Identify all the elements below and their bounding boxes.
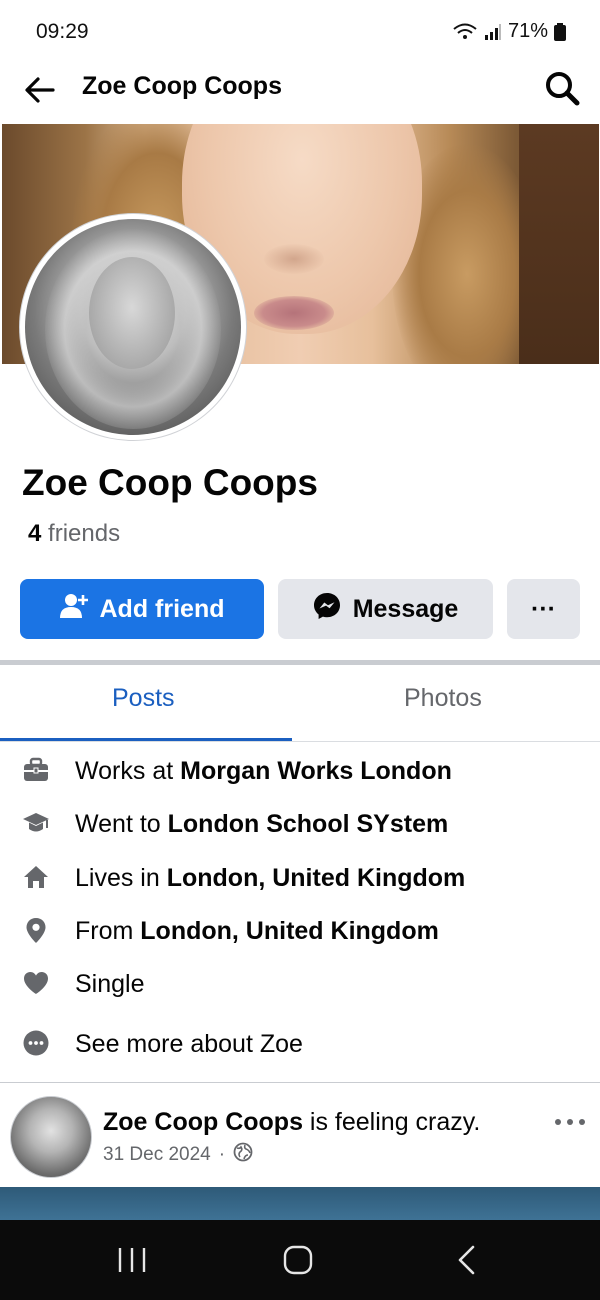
school-link[interactable]: London School SYstem (168, 810, 449, 838)
add-friend-label: Add friend (99, 594, 225, 623)
section-divider (0, 1082, 600, 1083)
post-date[interactable]: 31 Dec 2024 (103, 1144, 211, 1166)
post-author-link[interactable]: Zoe Coop Coops (103, 1108, 303, 1136)
more-dots-icon: ··· (531, 594, 556, 623)
status-bar: 09:29 71% (0, 0, 600, 62)
wifi-icon (452, 22, 478, 42)
system-back-icon[interactable] (448, 1242, 488, 1278)
messenger-icon (313, 592, 341, 627)
battery-icon (554, 22, 566, 41)
profile-picture[interactable] (20, 214, 246, 440)
heart-icon (22, 969, 50, 997)
see-more-label: See more about Zoe (75, 1030, 303, 1058)
back-arrow-icon[interactable] (20, 70, 60, 110)
top-app-bar: Zoe Coop Coops (0, 62, 600, 124)
hometown-link[interactable]: London, United Kingdom (140, 917, 439, 945)
post-author-avatar[interactable] (10, 1096, 92, 1178)
post-header-text: Zoe Coop Coops is feeling crazy. (103, 1108, 480, 1137)
current-city-link[interactable]: London, United Kingdom (167, 864, 466, 892)
section-divider (0, 660, 600, 665)
profile-picture-image (25, 219, 241, 435)
intro-text: Works at Morgan Works London (75, 757, 452, 785)
tab-posts[interactable]: Posts (112, 684, 175, 713)
cover-photo-lips (254, 296, 334, 330)
meta-separator: · (218, 1144, 226, 1165)
post-meta: 31 Dec 2024 · (103, 1142, 253, 1168)
post-options-icon[interactable] (552, 1108, 588, 1136)
friends-count[interactable]: 4 friends (28, 520, 120, 548)
message-label: Message (352, 594, 459, 623)
see-more-about-button[interactable]: See more about Zoe (0, 1023, 600, 1063)
search-icon[interactable] (542, 68, 582, 108)
add-friend-button[interactable]: Add friend (20, 579, 264, 639)
profile-picture-face (89, 257, 175, 369)
intro-text: Went to London School SYstem (75, 810, 449, 838)
home-icon (22, 863, 50, 891)
cover-photo-nose (264, 244, 324, 274)
battery-percent: 71% (507, 20, 548, 42)
post-image[interactable] (0, 1187, 600, 1221)
workplace-link[interactable]: Morgan Works London (180, 757, 452, 785)
intro-item-work: Works at Morgan Works London (0, 750, 600, 790)
profile-name: Zoe Coop Coops (22, 462, 318, 503)
tab-divider (0, 741, 600, 742)
intro-text: Single (75, 970, 145, 998)
recent-apps-icon[interactable] (112, 1242, 152, 1278)
add-friend-icon (59, 593, 88, 626)
globe-icon (233, 1142, 253, 1168)
intro-item-lives-in: Lives in London, United Kingdom (0, 857, 600, 897)
status-time: 09:29 (36, 20, 89, 43)
friends-count-number: 4 (28, 520, 42, 547)
cover-photo-background (519, 124, 599, 364)
system-navigation-bar (0, 1220, 600, 1300)
tab-photos[interactable]: Photos (404, 684, 482, 713)
intro-item-from: From London, United Kingdom (0, 910, 600, 950)
status-indicators: 71% (452, 20, 566, 43)
intro-item-education: Went to London School SYstem (0, 803, 600, 843)
intro-text: From London, United Kingdom (75, 917, 439, 945)
intro-item-relationship: Single (0, 963, 600, 1003)
graduation-cap-icon (22, 809, 50, 837)
home-button-icon[interactable] (278, 1242, 318, 1278)
briefcase-icon (22, 756, 50, 784)
location-pin-icon (22, 916, 50, 944)
friends-count-label: friends (48, 520, 121, 547)
post-activity: is feeling crazy. (302, 1108, 481, 1136)
intro-text: Lives in London, United Kingdom (75, 864, 466, 892)
more-circle-icon (22, 1029, 50, 1057)
signal-icon (484, 23, 502, 41)
page-title: Zoe Coop Coops (82, 72, 282, 100)
message-button[interactable]: Message (278, 579, 493, 639)
more-options-button[interactable]: ··· (507, 579, 580, 639)
